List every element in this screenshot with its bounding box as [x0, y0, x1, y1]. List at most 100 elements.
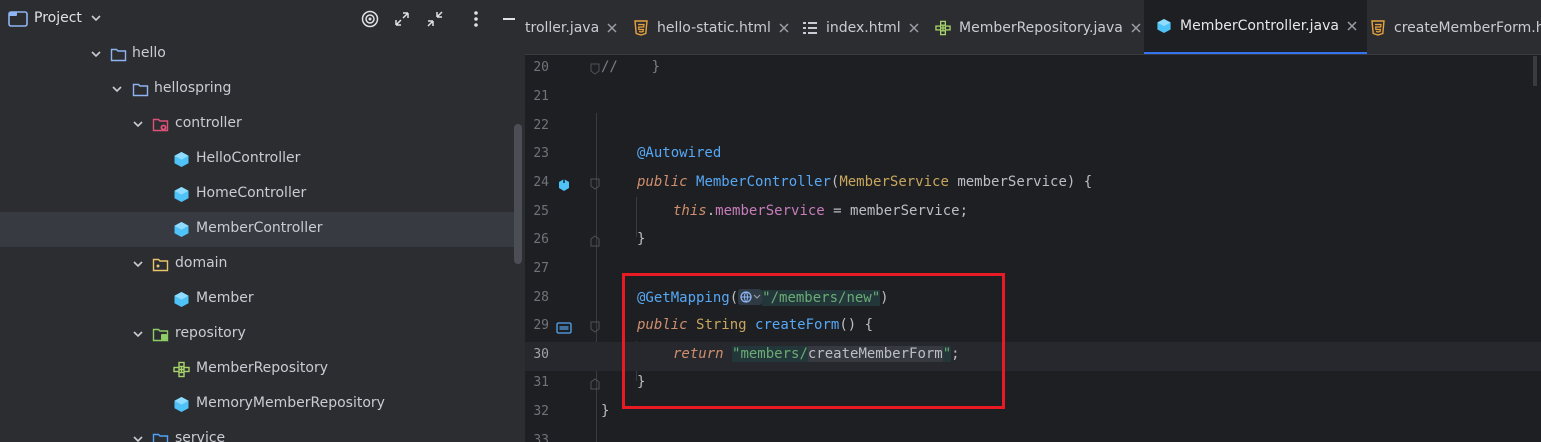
code-line-26[interactable]: 26 } — [525, 227, 1541, 256]
tree-item-service[interactable]: service — [0, 422, 515, 442]
line-number: 26 — [533, 232, 549, 247]
html-structure-icon — [803, 21, 817, 34]
code-token: . — [706, 203, 716, 219]
fold-icon[interactable] — [590, 235, 600, 247]
line-number: 33 — [533, 433, 549, 442]
line-number: 21 — [533, 89, 549, 104]
close-icon[interactable] — [1131, 22, 1141, 33]
tab-memberrepository-java[interactable]: MemberRepository.java — [935, 0, 1141, 54]
tree-item-repository[interactable]: repository — [0, 317, 515, 352]
tree-item-memorymemberrepository[interactable]: MemoryMemberRepository — [0, 387, 515, 422]
tree-item-membercontroller[interactable]: MemberController — [0, 212, 515, 247]
close-icon[interactable] — [909, 22, 919, 33]
tab-label: troller.java — [525, 19, 600, 36]
chevron-down-icon[interactable] — [111, 83, 123, 95]
service-package-icon — [152, 433, 169, 442]
line-number: 24 — [533, 175, 549, 190]
fold-icon[interactable] — [590, 178, 600, 190]
tab-label: createMemberForm.ht — [1394, 19, 1541, 36]
line-number: 32 — [533, 404, 549, 419]
code-token: this — [673, 203, 707, 219]
close-icon[interactable] — [607, 22, 617, 33]
tree-item-controller[interactable]: controller — [0, 107, 515, 142]
api-mapping-icon[interactable] — [556, 320, 572, 336]
code-line-33[interactable]: 33 — [525, 428, 1541, 442]
tree-item-label: MemoryMemberRepository — [196, 395, 385, 411]
line-number: 23 — [533, 146, 549, 161]
class-icon — [174, 152, 189, 167]
code-token: public — [637, 174, 688, 190]
collapse-all-icon[interactable] — [424, 8, 446, 30]
code-line-22[interactable]: 22 — [525, 113, 1541, 142]
line-number: 28 — [533, 290, 549, 305]
tab-label: hello-static.html — [657, 19, 771, 36]
chevron-down-icon[interactable] — [90, 48, 102, 60]
controller-package-icon — [152, 118, 169, 132]
code-token: = memberService; — [824, 203, 969, 219]
line-number: 25 — [533, 204, 549, 219]
code-line-21[interactable]: 21 — [525, 84, 1541, 113]
package-icon — [152, 258, 169, 272]
tree-item-domain[interactable]: domain — [0, 247, 515, 282]
close-icon[interactable] — [779, 22, 789, 33]
fold-icon[interactable] — [590, 378, 600, 390]
tree-item-label: repository — [175, 325, 246, 341]
tree-item-label: service — [175, 430, 226, 442]
more-options-icon[interactable] — [465, 8, 487, 30]
tree-item-homecontroller[interactable]: HomeController — [0, 177, 515, 212]
tree-item-label: MemberController — [196, 220, 323, 236]
line-number: 27 — [533, 261, 549, 276]
tree-item-label: HelloController — [196, 150, 301, 166]
code-line-23[interactable]: 23 @Autowired — [525, 141, 1541, 170]
chevron-down-icon[interactable] — [132, 433, 144, 442]
chevron-down-icon[interactable] — [90, 12, 102, 24]
tree-item-member[interactable]: Member — [0, 282, 515, 317]
tree-item-memberrepository[interactable]: MemberRepository — [0, 352, 515, 387]
tab-hello-static-html[interactable]: hello-static.html — [633, 0, 789, 54]
code-token: } — [601, 403, 610, 419]
close-icon[interactable] — [1347, 21, 1357, 31]
chevron-down-icon[interactable] — [132, 118, 144, 130]
interface-icon — [935, 20, 951, 35]
tab-controller-java[interactable]: troller.java — [525, 0, 617, 54]
repository-package-icon — [152, 328, 169, 342]
editor: troller.java hello-static.html index.htm… — [525, 0, 1541, 442]
project-folder-icon — [8, 11, 28, 27]
tree-item-label: hello — [132, 45, 166, 61]
code-token: memberService) { — [948, 174, 1093, 190]
code-area[interactable]: 20 // } 21 22 23 @Autowired 24 public Me… — [525, 55, 1541, 442]
line-number: 31 — [533, 375, 549, 390]
tab-bar: troller.java hello-static.html index.htm… — [525, 0, 1541, 55]
tab-creatememberform-html[interactable]: createMemberForm.ht — [1370, 0, 1541, 54]
line-number: 20 — [533, 60, 549, 75]
expand-all-icon[interactable] — [391, 8, 413, 30]
fold-icon[interactable] — [590, 63, 600, 75]
tab-index-html[interactable]: index.html — [802, 0, 919, 54]
tab-label: MemberController.java — [1180, 18, 1339, 34]
tree-item-hellospring[interactable]: hellospring — [0, 72, 515, 107]
code-line-25[interactable]: 25 this.memberService = memberService; — [525, 199, 1541, 228]
fold-icon[interactable] — [590, 321, 600, 333]
tree-item-hellocontroller[interactable]: HelloController — [0, 142, 515, 177]
chevron-down-icon[interactable] — [132, 328, 144, 340]
code-line-24[interactable]: 24 public MemberController(MemberService… — [525, 170, 1541, 199]
line-number: 30 — [533, 347, 549, 362]
chevron-down-icon[interactable] — [132, 258, 144, 270]
tree-item-label: Member — [196, 290, 254, 306]
project-title[interactable]: Project — [34, 10, 82, 26]
minimize-icon[interactable] — [498, 8, 520, 30]
code-line-20[interactable]: 20 // } — [525, 55, 1541, 84]
folder-icon — [132, 83, 149, 97]
bean-icon[interactable] — [556, 177, 572, 193]
line-number: 22 — [533, 118, 549, 133]
editor-scrollbar[interactable] — [1533, 56, 1537, 86]
tree-scrollbar[interactable] — [514, 124, 522, 264]
class-icon — [1157, 18, 1171, 34]
class-icon — [174, 187, 189, 202]
locate-target-icon[interactable] — [359, 8, 381, 30]
tree-item-hello[interactable]: hello — [0, 37, 515, 72]
folder-icon — [110, 48, 127, 62]
tab-membercontroller-java[interactable]: MemberController.java — [1144, 0, 1367, 54]
highlight-box — [622, 273, 1005, 409]
tree-item-label: HomeController — [196, 185, 307, 201]
